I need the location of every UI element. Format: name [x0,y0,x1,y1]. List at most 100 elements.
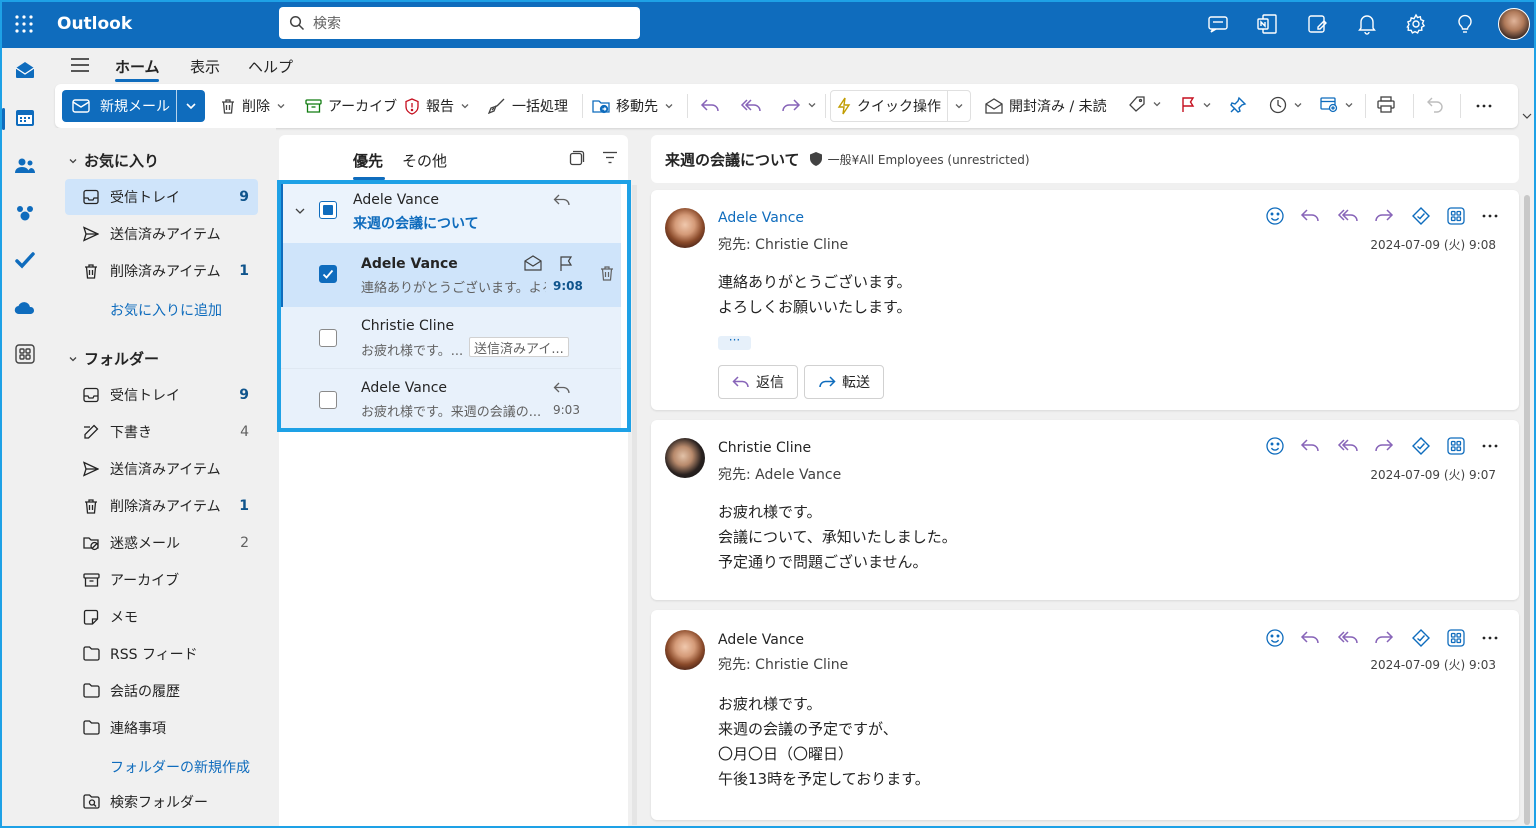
reply-all-icon[interactable] [1337,628,1359,648]
notes-icon[interactable] [1305,12,1329,36]
folder-junk[interactable]: 迷惑メール 2 [65,525,258,561]
apps-icon[interactable] [1446,628,1466,648]
snooze-button[interactable] [1269,96,1303,114]
tab-help[interactable]: ヘルプ [248,56,293,77]
todo-app-icon[interactable] [13,248,37,272]
reply-all-icon[interactable] [740,96,762,114]
print-icon[interactable] [1377,96,1395,113]
ribbon-expand-icon[interactable] [1521,111,1533,121]
folder-deleted[interactable]: 削除済みアイテム 1 [65,488,258,524]
people-app-icon[interactable] [13,154,37,178]
forward-icon[interactable] [1374,206,1396,226]
folders-header[interactable]: フォルダー [68,348,159,369]
onedrive-app-icon[interactable] [13,296,37,320]
reply-all-icon[interactable] [1337,206,1359,226]
folder-search[interactable]: 検索フォルダー [65,784,258,820]
tab-focused[interactable]: 優先 [353,150,383,171]
reply-icon[interactable] [1300,436,1322,456]
folder-notes[interactable]: メモ [65,599,258,635]
folder-sent[interactable]: 送信済みアイテム [65,451,258,487]
emoji-icon[interactable] [1265,436,1285,456]
add-favorite-link[interactable]: お気に入りに追加 [110,300,222,320]
more-options-icon[interactable] [1481,436,1499,456]
delete-button[interactable]: 削除 [220,96,286,116]
tab-other[interactable]: その他 [402,150,447,171]
conversation-header[interactable]: Adele Vance 来週の会議について [279,183,621,243]
categorize-button[interactable] [1128,96,1162,112]
reply-icon[interactable] [1300,628,1322,648]
avatar[interactable] [665,438,705,478]
emoji-icon[interactable] [1265,206,1285,226]
fav-sent[interactable]: 送信済みアイテム [65,216,258,252]
sender-name[interactable]: Christie Cline [718,440,811,456]
message-checkbox[interactable] [319,391,337,409]
chevron-down-icon[interactable] [294,205,306,217]
tab-view[interactable]: 表示 [190,56,220,77]
more-options-icon[interactable] [1481,206,1499,226]
message-checkbox[interactable] [319,329,337,347]
chat-icon[interactable] [1206,12,1230,36]
folder-drafts[interactable]: 下書き 4 [65,414,258,450]
new-folder-link[interactable]: フォルダーの新規作成 [110,757,250,777]
apps-icon[interactable] [1446,206,1466,226]
show-quoted-button[interactable]: ··· [718,334,751,350]
message-list-scrollbar[interactable] [632,185,637,825]
hamburger-icon[interactable] [70,56,90,74]
user-avatar[interactable] [1498,8,1530,40]
search-input[interactable]: 検索 [313,13,341,33]
emoji-icon[interactable] [1265,628,1285,648]
folder-archive[interactable]: アーカイブ [65,562,258,598]
mail-app-icon[interactable] [13,58,37,82]
rules-button[interactable] [1320,96,1354,113]
envelope-open-icon[interactable] [524,255,542,271]
gear-icon[interactable] [1404,12,1428,36]
forward-icon[interactable] [1374,628,1396,648]
avatar[interactable] [665,630,705,670]
fav-deleted[interactable]: 削除済みアイテム 1 [65,253,258,289]
loop-icon[interactable] [1411,628,1431,648]
message-item[interactable]: Adele Vance 連絡ありがとうございます。よろ... 9:08 [279,243,621,307]
bell-icon[interactable] [1355,12,1379,36]
more-options-icon[interactable] [1475,104,1493,108]
onenote-icon[interactable] [1255,12,1279,36]
teams-app-icon[interactable] [13,201,37,225]
sender-name[interactable]: Adele Vance [718,210,804,226]
message-item[interactable]: Adele Vance お疲れ様です。来週の会議の... 9:03 [279,369,621,429]
favorites-header[interactable]: お気に入り [68,150,159,171]
read-unread-button[interactable]: 開封済み / 未読 [985,96,1107,116]
search-box[interactable]: 検索 [279,7,640,39]
loop-icon[interactable] [1411,436,1431,456]
message-item[interactable]: Christie Cline お疲れ様です。... 送信済みアイ... [279,307,621,369]
reading-pane-scrollbar[interactable] [1524,195,1530,825]
chevron-down-icon[interactable] [184,99,198,113]
archive-button[interactable]: アーカイブ [305,96,397,116]
recipient-name[interactable]: Christie Cline [755,237,848,253]
fav-inbox[interactable]: 受信トレイ 9 [65,179,258,215]
lightbulb-icon[interactable] [1453,12,1477,36]
forward-button[interactable]: 転送 [804,365,884,399]
quick-steps-button[interactable]: クイック操作 [830,90,971,122]
folder-inbox[interactable]: 受信トレイ 9 [65,377,258,413]
sender-name[interactable]: Adele Vance [718,632,804,648]
flag-icon[interactable] [558,255,574,272]
folder-notices[interactable]: 連絡事項 [65,710,258,746]
forward-icon[interactable] [1374,436,1396,456]
conversation-checkbox[interactable] [319,201,337,219]
tab-home[interactable]: ホーム [115,56,160,77]
reply-icon[interactable] [700,96,720,114]
message-checkbox[interactable] [319,265,337,283]
sensitivity-label[interactable]: 一般¥All Employees (unrestricted) [809,151,1030,168]
app-launcher-icon[interactable] [12,12,36,36]
sweep-button[interactable]: 一括処理 [488,96,568,116]
trash-icon[interactable] [599,265,615,282]
new-mail-button[interactable]: 新規メール [62,90,205,122]
reply-button[interactable]: 返信 [718,365,798,399]
more-apps-icon[interactable] [13,342,37,366]
loop-icon[interactable] [1411,206,1431,226]
folder-rss[interactable]: RSS フィード [65,636,258,672]
flag-button[interactable] [1180,96,1212,113]
app-title[interactable]: Outlook [57,14,132,34]
calendar-app-icon[interactable] [13,106,37,130]
folder-history[interactable]: 会話の履歴 [65,673,258,709]
reply-all-icon[interactable] [1337,436,1359,456]
